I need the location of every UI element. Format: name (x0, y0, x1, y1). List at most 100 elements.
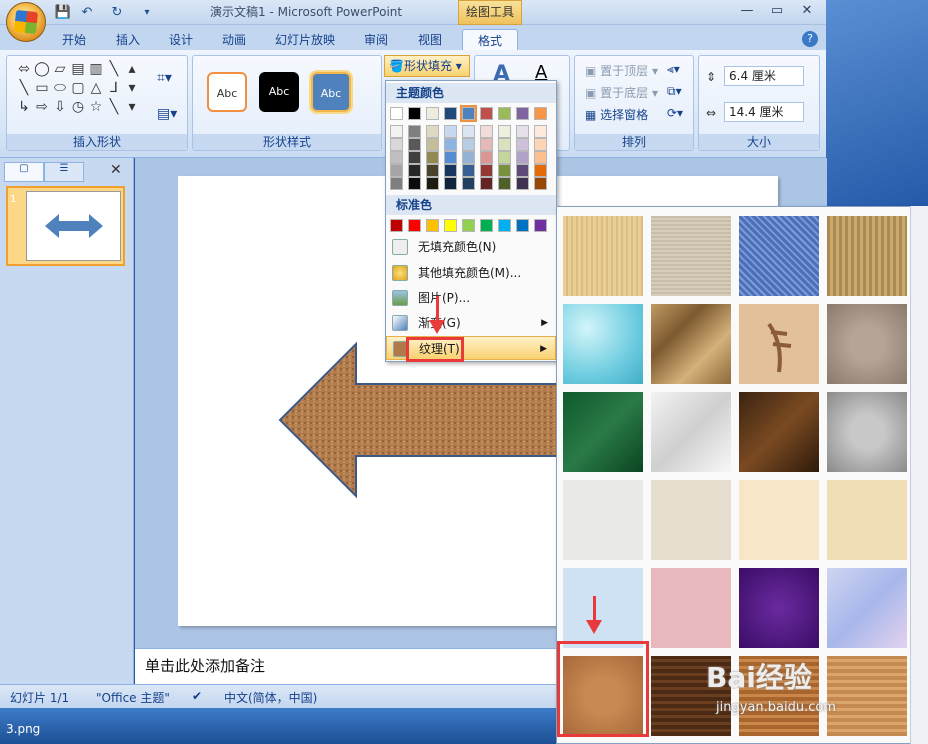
texture-recycled-paper[interactable] (651, 480, 731, 560)
texture-green-marble[interactable] (563, 392, 643, 472)
pane-tabs: ▢ ☰ ✕ (4, 162, 130, 182)
rotate-icon[interactable]: ⟳▾ (667, 106, 683, 120)
tab-review[interactable]: 审阅 (358, 29, 394, 51)
texture-purple-mesh[interactable] (739, 568, 819, 648)
texture-woven-mat[interactable] (827, 216, 907, 296)
align-icon[interactable]: ⫷▾ (667, 62, 680, 77)
texture-pink-tissue[interactable] (651, 568, 731, 648)
tab-slideshow[interactable]: 幻灯片放映 (270, 29, 340, 51)
style-orange-outline[interactable]: Abc (207, 72, 247, 112)
texture-newsprint[interactable] (563, 480, 643, 560)
group-shape-styles: Abc Abc Abc 形状样式 (192, 55, 382, 151)
standard-colors-heading: 标准色 (386, 195, 556, 215)
undo-icon[interactable]: ↶ (78, 3, 96, 21)
thumbnail-arrow-shape (45, 214, 103, 238)
tab-home[interactable]: 开始 (56, 29, 92, 51)
minimize-button[interactable]: — (736, 2, 758, 20)
outline-tab[interactable]: ☰ (44, 162, 84, 182)
texture-denim[interactable] (739, 216, 819, 296)
shape-fill-button[interactable]: 🪣形状填充 ▾ (384, 55, 470, 77)
color-palette-icon (392, 265, 408, 281)
slide-thumbnail[interactable] (26, 191, 121, 261)
texture-granite[interactable] (827, 392, 907, 472)
no-fill-icon (392, 239, 408, 255)
group-label-size: 大小 (699, 134, 819, 150)
group-label-arrange: 排列 (575, 134, 693, 150)
edit-shape-icon[interactable]: ⌗▾ (157, 70, 172, 86)
group-insert-shapes: ⬄ ◯ ▱ ▤ ▥ ╲ ▴ ╲ ▭ ⬭ ▢ △ ⅃ ▾ ↳ ⇨ ⇩ ◷ ☆ ╲ ▾ ⌗▾ ▤▾ 插入形状 (6, 55, 188, 151)
red-arrow-down-icon (429, 320, 445, 334)
spellcheck-icon[interactable]: ✔ (192, 689, 202, 703)
group-arrange: ▣ 置于顶层 ▾ ▣ 置于底层 ▾ ▦ 选择窗格 ⫷▾ ⧉▾ ⟳▾ 排列 (574, 55, 694, 151)
texture-canvas[interactable] (651, 216, 731, 296)
close-window-button[interactable]: ✕ (796, 2, 818, 20)
style-black-fill[interactable]: Abc (259, 72, 299, 112)
texture-water-droplets[interactable] (563, 304, 643, 384)
theme-color-row[interactable] (390, 105, 549, 122)
texture-parchment[interactable] (739, 480, 819, 560)
red-arrow-shaft (593, 596, 596, 622)
standard-color-row[interactable] (390, 219, 549, 232)
customize-qat-icon[interactable]: ▾ (138, 3, 156, 21)
red-arrow-down-icon (586, 620, 602, 634)
fish-fossil-icon (767, 322, 792, 373)
office-button[interactable] (6, 2, 46, 42)
shape-gallery[interactable]: ⬄ ◯ ▱ ▤ ▥ ╲ ▴ ╲ ▭ ⬭ ▢ △ ⅃ ▾ ↳ ⇨ ⇩ ◷ ☆ ╲ ▾ (15, 60, 143, 117)
texture-fish-fossil[interactable] (739, 304, 819, 384)
submenu-arrow-icon: ▶ (540, 344, 547, 354)
gradient-icon (392, 315, 408, 331)
status-theme: "Office 主题" (96, 691, 170, 705)
drawing-tools-context-tab: 绘图工具 (458, 0, 522, 25)
tab-design[interactable]: 设计 (163, 29, 199, 51)
texture-white-marble[interactable] (651, 392, 731, 472)
no-fill-item[interactable]: 无填充颜色(N) (386, 235, 556, 259)
texture-papyrus[interactable] (563, 216, 643, 296)
shape-height-input[interactable]: 6.4 厘米 (724, 66, 804, 86)
texture-stationery[interactable] (827, 480, 907, 560)
style-blue-fill[interactable]: Abc (309, 70, 353, 114)
theme-shade-grid[interactable] (390, 125, 549, 190)
tab-format[interactable]: 格式 (462, 29, 518, 51)
watermark-url: jingyan.baidu.com (716, 700, 836, 715)
texture-blue-tissue[interactable] (563, 568, 643, 648)
send-to-back-button[interactable]: ▣ 置于底层 ▾ (585, 84, 658, 101)
width-icon: ⇔ (706, 106, 717, 120)
shape-fill-label: 形状填充 (403, 59, 452, 73)
desktop-background (826, 0, 928, 210)
tab-view[interactable]: 视图 (412, 29, 448, 51)
watermark-brand: Bai经验 (706, 661, 812, 694)
status-slide: 幻灯片 1/1 (10, 691, 70, 705)
slide-number: 1 (10, 194, 17, 205)
texture-bouquet[interactable] (827, 568, 907, 648)
tab-insert[interactable]: 插入 (110, 29, 146, 51)
bring-to-front-button[interactable]: ▣ 置于顶层 ▾ (585, 62, 658, 79)
selection-pane-button[interactable]: ▦ 选择窗格 (585, 106, 648, 123)
texture-sand[interactable] (827, 304, 907, 384)
window-title: 演示文稿1 - Microsoft PowerPoint (210, 5, 403, 19)
save-icon[interactable]: 💾 (54, 3, 72, 21)
help-icon[interactable]: ? (802, 31, 818, 47)
textbox-icon[interactable]: ▤▾ (157, 106, 177, 122)
status-language: 中文(简体，中国) (224, 691, 318, 705)
slides-tab[interactable]: ▢ (4, 162, 44, 182)
highlight-cork-texture (557, 641, 649, 737)
texture-brown-marble[interactable] (739, 392, 819, 472)
close-pane-icon[interactable]: ✕ (110, 162, 122, 178)
shape-fill-menu: 主题颜色 标准色 无填充颜色(N) 其他填充颜色(M)... 图片(P)... … (385, 80, 557, 362)
texture-scrollbar[interactable] (910, 206, 928, 744)
highlight-texture-item (406, 337, 464, 362)
picture-fill-item[interactable]: 图片(P)... (386, 286, 556, 310)
group-objects-icon[interactable]: ⧉▾ (667, 84, 682, 99)
red-arrow-shaft (436, 296, 439, 322)
more-colors-item[interactable]: 其他填充颜色(M)... (386, 261, 556, 285)
group-label-shape-styles: 形状样式 (193, 134, 381, 150)
submenu-arrow-icon: ▶ (541, 318, 548, 328)
texture-medium-wood[interactable] (827, 656, 907, 736)
paint-bucket-icon: 🪣 (389, 59, 404, 73)
shape-width-input[interactable]: 14.4 厘米 (724, 102, 804, 122)
tab-animation[interactable]: 动画 (216, 29, 252, 51)
texture-paper-bag[interactable] (651, 304, 731, 384)
gradient-fill-item[interactable]: 渐变(G) ▶ (386, 311, 556, 335)
maximize-button[interactable]: ▭ (766, 2, 788, 20)
redo-icon[interactable]: ↻ (108, 3, 126, 21)
